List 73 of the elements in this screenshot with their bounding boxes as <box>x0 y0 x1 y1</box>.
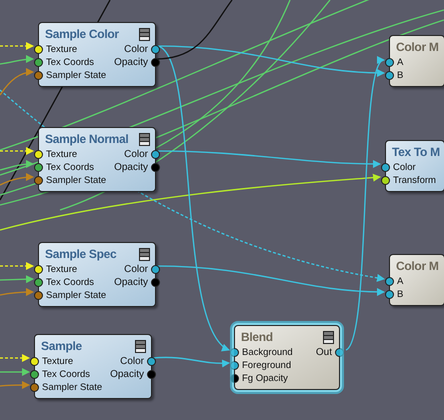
port-icon[interactable] <box>34 163 43 172</box>
node-title: Tex To M <box>392 144 440 161</box>
node-menu-icon[interactable] <box>323 330 334 344</box>
connection-wire <box>0 354 30 362</box>
connection-wire <box>0 368 30 376</box>
node-title: Sample <box>41 338 82 355</box>
node-menu-icon[interactable] <box>139 28 150 40</box>
node-title: Sample Spec <box>45 246 116 263</box>
port-label: Texture <box>46 264 78 274</box>
port-icon[interactable] <box>151 265 160 274</box>
port-label: Tex Coords <box>46 58 94 68</box>
node-title: Color M <box>396 39 439 56</box>
port-label: Color <box>393 162 416 172</box>
port-label: Sampler State <box>46 70 106 80</box>
port-icon[interactable] <box>385 290 394 299</box>
port-label: Opacity <box>114 58 148 68</box>
port-label: A <box>397 58 404 68</box>
port-label: Opacity <box>114 278 148 288</box>
port-icon[interactable] <box>151 163 160 172</box>
port-icon[interactable] <box>151 150 160 159</box>
port-label: Color <box>120 356 144 366</box>
port-label: Sampler State <box>46 290 106 300</box>
node-menu-icon[interactable] <box>139 132 150 146</box>
port-label: B <box>397 70 404 80</box>
connection-wire <box>0 288 34 296</box>
port-label: Opacity <box>110 370 144 380</box>
port-icon[interactable] <box>381 163 390 172</box>
port-icon[interactable] <box>147 370 156 379</box>
port-icon[interactable] <box>381 176 390 185</box>
node-title: Sample Color <box>45 26 119 43</box>
port-icon[interactable] <box>34 45 43 54</box>
port-icon[interactable] <box>34 265 43 274</box>
port-icon[interactable] <box>34 71 43 80</box>
port-label: A <box>397 276 404 286</box>
port-label: Transform <box>393 176 436 186</box>
port-icon[interactable] <box>30 370 39 379</box>
port-icon[interactable] <box>151 58 160 67</box>
port-label: Texture <box>46 150 78 160</box>
node-menu-icon[interactable] <box>139 248 150 260</box>
port-icon[interactable] <box>34 58 43 67</box>
port-label: Fg Opacity <box>242 374 288 384</box>
port-label: Color <box>124 264 148 274</box>
port-label: Tex Coords <box>46 162 94 172</box>
port-icon[interactable] <box>385 277 394 286</box>
port-label: B <box>397 290 404 300</box>
port-label: Color <box>124 44 148 54</box>
port-label: Foreground <box>242 360 292 370</box>
port-icon[interactable] <box>34 150 43 159</box>
port-label: Sampler State <box>42 382 102 392</box>
port-label: Texture <box>46 44 78 54</box>
port-icon[interactable] <box>34 291 43 300</box>
node-title: Sample Normal <box>45 131 128 148</box>
port-icon[interactable] <box>34 278 43 287</box>
port-label: Texture <box>42 356 74 366</box>
connection-wire <box>0 381 30 389</box>
port-label: Tex Coords <box>42 370 90 380</box>
node-title: Blend <box>241 329 273 346</box>
node-menu-icon[interactable] <box>135 340 146 352</box>
port-icon[interactable] <box>30 357 39 366</box>
port-icon[interactable] <box>30 383 39 392</box>
port-icon[interactable] <box>151 278 160 287</box>
port-label: Out <box>316 348 332 358</box>
port-label: Color <box>124 150 148 160</box>
port-label: Background <box>242 348 293 358</box>
port-label: Tex Coords <box>46 278 94 288</box>
port-icon[interactable] <box>34 176 43 185</box>
port-label: Sampler State <box>46 176 106 186</box>
node-title: Color M <box>396 258 439 275</box>
port-icon[interactable] <box>147 357 156 366</box>
port-icon[interactable] <box>385 71 394 80</box>
port-label: Opacity <box>114 162 148 172</box>
port-icon[interactable] <box>385 58 394 67</box>
port-icon[interactable] <box>151 45 160 54</box>
